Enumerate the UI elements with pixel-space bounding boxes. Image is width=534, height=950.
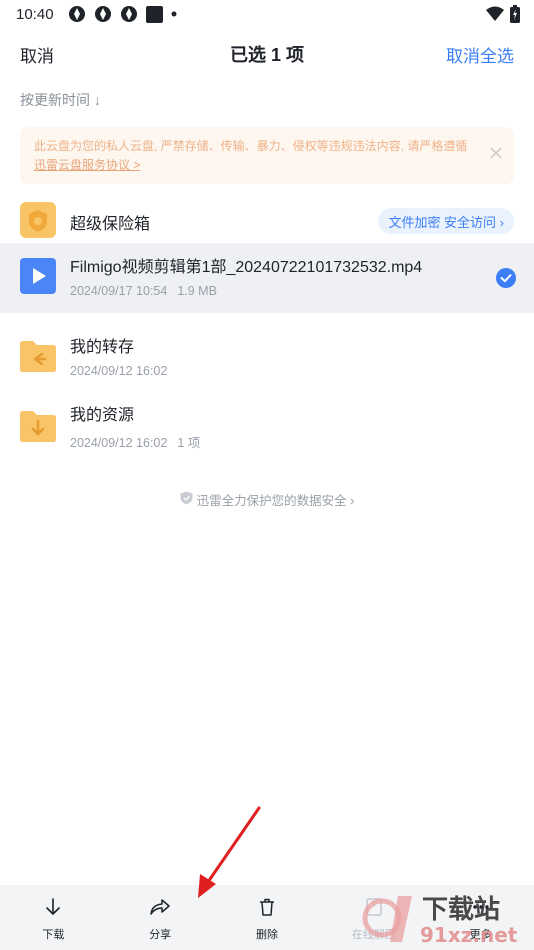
file-name: Filmigo视频剪辑第1部_20240722101732532.mp4 [70,259,423,276]
folder-date: 2024/09/12 16:02 [70,364,168,378]
status-bar: 10:40 [0,0,534,28]
watermark-text-top: 下载站 [422,895,500,925]
folder-name: 我的资源 [70,406,135,424]
close-icon[interactable] [490,146,502,165]
folder-download-icon [20,408,56,449]
download-label: 下载 [42,929,65,941]
site-watermark-logo: 下载站 91xz.net [362,888,528,947]
watermark-text-bottom: 91xz.net [420,923,518,946]
encrypt-access-button[interactable]: 文件加密 安全访问 › [378,208,514,234]
app-notification-icon [120,5,138,23]
file-date: 2024/09/17 10:54 [70,284,168,298]
folder-item-count: 1 项 [177,435,201,450]
download-icon [43,897,63,920]
app-notification-icon [145,5,163,23]
notice-text: 此云盘为您的私人云盘, 严禁存储、传输、暴力、侵权等违规违法内容, 请严格遵循 [34,139,468,153]
share-icon [149,897,171,920]
list-item-folder-transfer[interactable]: 我的转存 2024/09/12 16:02 [0,323,534,393]
video-file-icon [20,257,56,299]
file-size: 1.9 MB [177,284,217,298]
status-time: 10:40 [16,5,54,23]
folder-date: 2024/09/12 16:02 [70,435,168,450]
folder-name: 我的转存 [70,339,135,356]
sort-by-update-time-button[interactable]: 按更新时间 ↓ [20,90,101,110]
app-notification-icon [68,5,86,23]
delete-label: 删除 [255,929,278,941]
share-label: 分享 [149,929,172,941]
delete-button[interactable]: 删除 [214,885,321,950]
wifi-icon [486,6,504,26]
list-item-folder-resource[interactable]: 我的资源 2024/09/12 16:02 1 项 [0,393,534,463]
cloud-notice-banner: 此云盘为您的私人云盘, 严禁存储、传输、暴力、侵权等违规违法内容, 请严格遵循迅… [20,127,514,184]
selection-header: 取消 已选 1 项 取消全选 [0,28,534,80]
shield-icon [180,491,193,508]
share-button[interactable]: 分享 [107,885,214,950]
service-agreement-link[interactable]: 迅雷云盘服务协议 > [34,158,140,172]
more-notifications-dot-icon [171,11,177,17]
vault-name: 超级保险箱 [70,216,151,233]
checked-checkbox-icon[interactable] [496,268,516,293]
app-notification-icon [94,5,112,23]
folder-transfer-icon [20,338,56,379]
data-security-link[interactable]: 迅雷全力保护您的数据安全 › [0,490,534,509]
download-button[interactable]: 下载 [0,885,107,950]
cancel-button[interactable]: 取消 [20,42,54,67]
delete-icon [257,897,277,920]
security-text: 迅雷全力保护您的数据安全 › [196,494,355,508]
super-vault-row[interactable]: 超级保险箱 文件加密 安全访问 › [0,197,534,247]
deselect-all-button[interactable]: 取消全选 [446,42,514,67]
battery-icon [510,5,520,27]
list-item-file-video[interactable]: Filmigo视频剪辑第1部_20240722101732532.mp4 202… [0,243,534,313]
vault-shield-icon [20,201,56,243]
